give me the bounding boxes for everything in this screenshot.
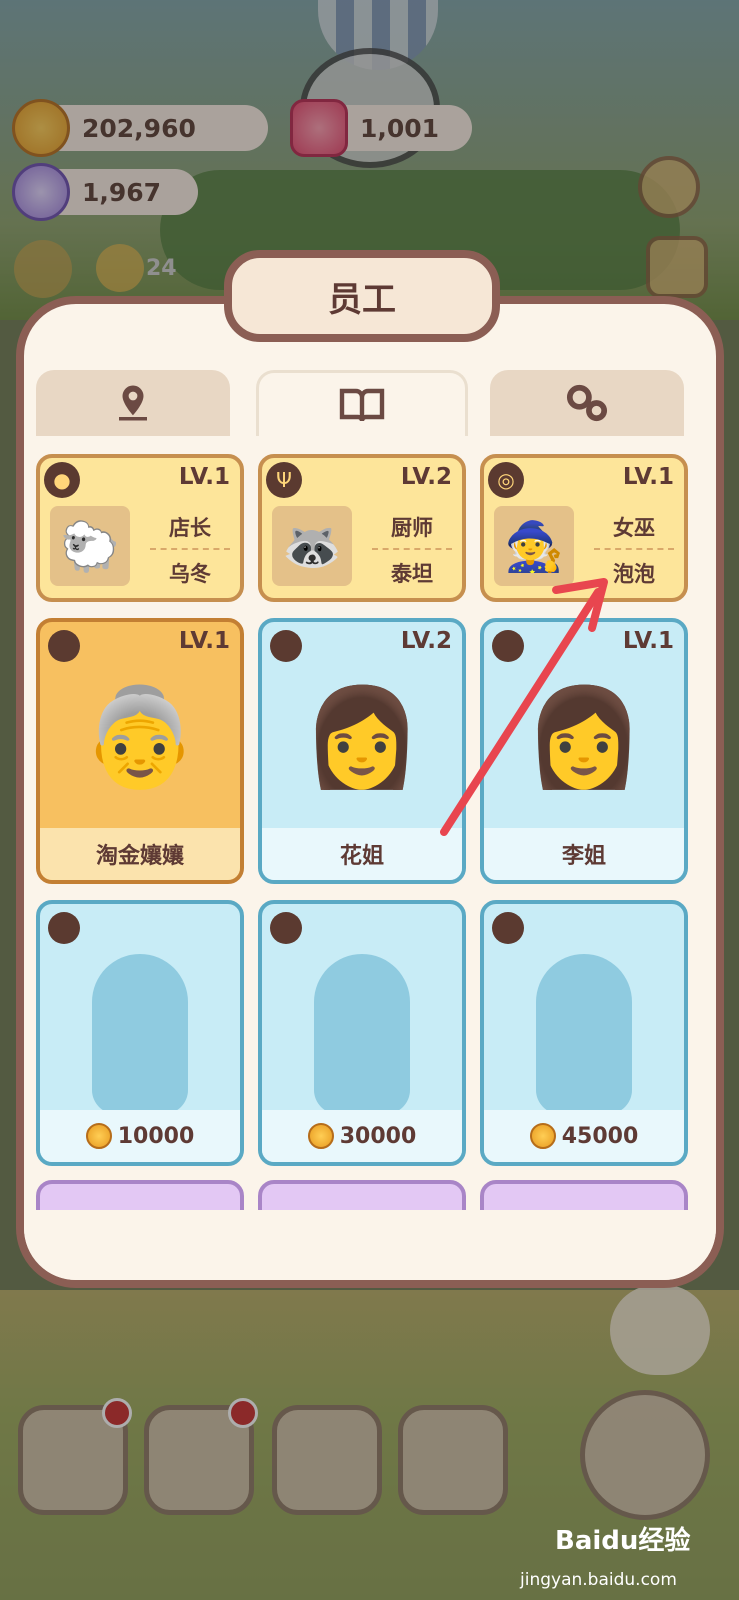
watermark-url: jingyan.baidu.com [520,1570,677,1590]
annotation-arrow [440,578,608,836]
modal-title: 员工 [224,250,500,342]
watermark-brand: Baidu经验 [555,1526,691,1556]
